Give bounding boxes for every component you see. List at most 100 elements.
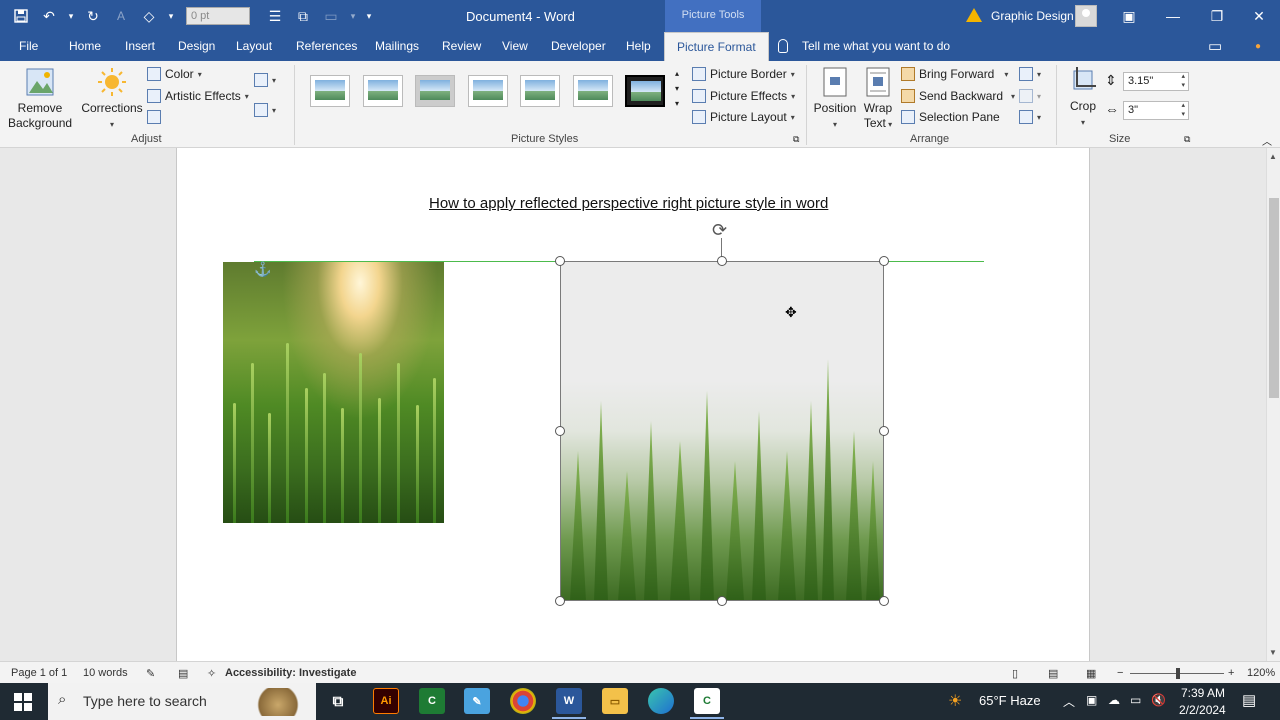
align-button[interactable]: ▾ [1019,67,1041,81]
user-name[interactable]: Graphic Design [991,9,1074,23]
corrections-button[interactable]: Corrections ▾ [80,67,144,132]
resize-handle-bottom[interactable] [717,596,727,606]
rotate-button[interactable]: ▾ [1019,110,1041,124]
styles-gallery-scroll[interactable]: ▴ ▾ ▾ [675,69,679,108]
position-button[interactable]: Position ▾ [813,67,857,132]
artistic-effects-button[interactable]: Artistic Effects ▾ [147,89,249,103]
height-input[interactable]: 3.15" [1123,72,1189,91]
gallery-down-icon[interactable]: ▾ [675,84,679,93]
show-hidden-icons-icon[interactable]: ︿ [1063,693,1075,710]
tab-layout[interactable]: Layout [236,32,272,61]
compress-pictures-button[interactable]: ▾ [254,73,276,87]
weather-icon[interactable]: ☀ [948,691,962,711]
size-launcher-icon[interactable]: ⧉ [1184,134,1190,145]
undo-dropdown-icon[interactable]: ▾ [66,5,76,27]
width-input[interactable]: 3" [1123,101,1189,120]
tab-help[interactable]: Help [626,32,651,61]
vertical-scrollbar[interactable]: ▲ ▼ [1266,148,1280,661]
group-icon[interactable]: ⧉ [292,5,314,27]
minimize-icon[interactable]: — [1151,0,1195,32]
customize-qat-icon[interactable]: ▾ [364,5,374,27]
tab-design[interactable]: Design [178,32,215,61]
picture-style-5[interactable] [520,75,560,107]
gallery-up-icon[interactable]: ▴ [675,69,679,78]
picture-style-3[interactable] [415,75,455,107]
zoom-slider-thumb[interactable] [1176,668,1180,679]
web-layout-icon[interactable]: ▦ [1086,667,1096,680]
resize-handle-right[interactable] [879,426,889,436]
zoom-in-icon[interactable]: + [1228,667,1234,679]
proofing-icon[interactable]: ✎ [146,667,155,680]
grass-photo-original[interactable] [223,262,444,523]
collapse-ribbon-icon[interactable]: ︿ [1262,133,1272,148]
clock-date[interactable]: 2/2/2024 [1179,703,1226,717]
close-icon[interactable]: ✕ [1237,0,1280,32]
resize-handle-top-right[interactable] [879,256,889,266]
remove-background-button[interactable]: Remove Background [8,67,72,131]
scroll-thumb[interactable] [1269,198,1279,398]
restore-icon[interactable]: ❐ [1195,0,1239,32]
word-count[interactable]: 10 words [83,667,128,679]
tab-references[interactable]: References [296,32,357,61]
accessibility-status[interactable]: Accessibility: Investigate [225,667,356,679]
resize-handle-bottom-left[interactable] [555,596,565,606]
scroll-down-icon[interactable]: ▼ [1269,648,1277,657]
picture-layout-button[interactable]: Picture Layout ▾ [692,110,795,124]
tab-insert[interactable]: Insert [125,32,155,61]
chrome-app-icon[interactable] [510,688,536,714]
zoom-out-icon[interactable]: − [1117,667,1123,679]
picture-style-6[interactable] [573,75,613,107]
camtasia-recorder-icon[interactable]: C [694,688,720,714]
picture-style-4[interactable] [468,75,508,107]
word-app-icon[interactable]: W [556,688,582,714]
tab-picture-format[interactable]: Picture Format [664,32,769,61]
bring-forward-button[interactable]: Bring Forward ▾ [901,67,1008,81]
picture-effects-button[interactable]: Picture Effects ▾ [692,89,795,103]
tab-review[interactable]: Review [442,32,481,61]
shape-outline-icon[interactable]: ◇ [138,5,160,27]
gallery-more-icon[interactable]: ▾ [675,99,679,108]
tab-mailings[interactable]: Mailings [375,32,419,61]
picture-styles-launcher-icon[interactable]: ⧉ [793,134,799,145]
print-layout-icon[interactable]: ▤ [1048,667,1058,680]
tab-file[interactable]: File [19,32,38,61]
color-button[interactable]: Color ▾ [147,67,202,81]
file-explorer-icon[interactable]: ▭ [602,688,628,714]
edge-app-icon[interactable] [648,688,674,714]
wrap-text-button[interactable]: Wrap Text ▾ [859,67,897,132]
avatar[interactable] [1075,5,1097,27]
clock-time[interactable]: 7:39 AM [1181,686,1225,700]
resize-handle-top-left[interactable] [555,256,565,266]
tell-me-search[interactable]: Tell me what you want to do [802,32,950,61]
picture-style-7[interactable] [625,75,665,107]
weather-text[interactable]: 65°F Haze [979,693,1041,708]
resize-handle-bottom-right[interactable] [879,596,889,606]
volume-muted-icon[interactable]: 🔇 [1151,693,1166,707]
transparency-button[interactable] [147,110,161,124]
redo-icon[interactable]: ↻ [82,5,104,27]
picture-style-2[interactable] [363,75,403,107]
resize-handle-top[interactable] [717,256,727,266]
notes-app-icon[interactable]: ✎ [464,688,490,714]
tab-home[interactable]: Home [69,32,101,61]
warning-icon[interactable] [966,8,982,22]
text-predictions-icon[interactable]: ▤ [178,667,188,680]
send-backward-button[interactable]: Send Backward ▾ [901,89,1015,103]
comments-icon[interactable]: ▭ [1208,32,1222,61]
tab-developer[interactable]: Developer [551,32,606,61]
undo-icon[interactable]: ↶ [38,5,60,27]
resize-handle-left[interactable] [555,426,565,436]
accessibility-icon[interactable]: ✧ [207,667,216,680]
rotate-handle-icon[interactable]: ⟳ [712,220,727,241]
change-picture-button[interactable]: ▾ [254,103,276,117]
notifications-icon[interactable]: ▤ [1242,691,1256,709]
document-canvas[interactable]: How to apply reflected perspective right… [0,148,1266,661]
network-icon[interactable]: ▭ [1130,693,1141,707]
shape-outline-dropdown-icon[interactable]: ▾ [166,5,176,27]
page-count[interactable]: Page 1 of 1 [11,667,67,679]
crop-button[interactable]: Crop ▾ [1066,67,1100,130]
read-mode-icon[interactable]: ▯ [1012,667,1018,680]
scroll-up-icon[interactable]: ▲ [1269,152,1277,161]
align-icon[interactable]: ☰ [264,5,286,27]
onedrive-icon[interactable]: ☁ [1108,693,1120,707]
